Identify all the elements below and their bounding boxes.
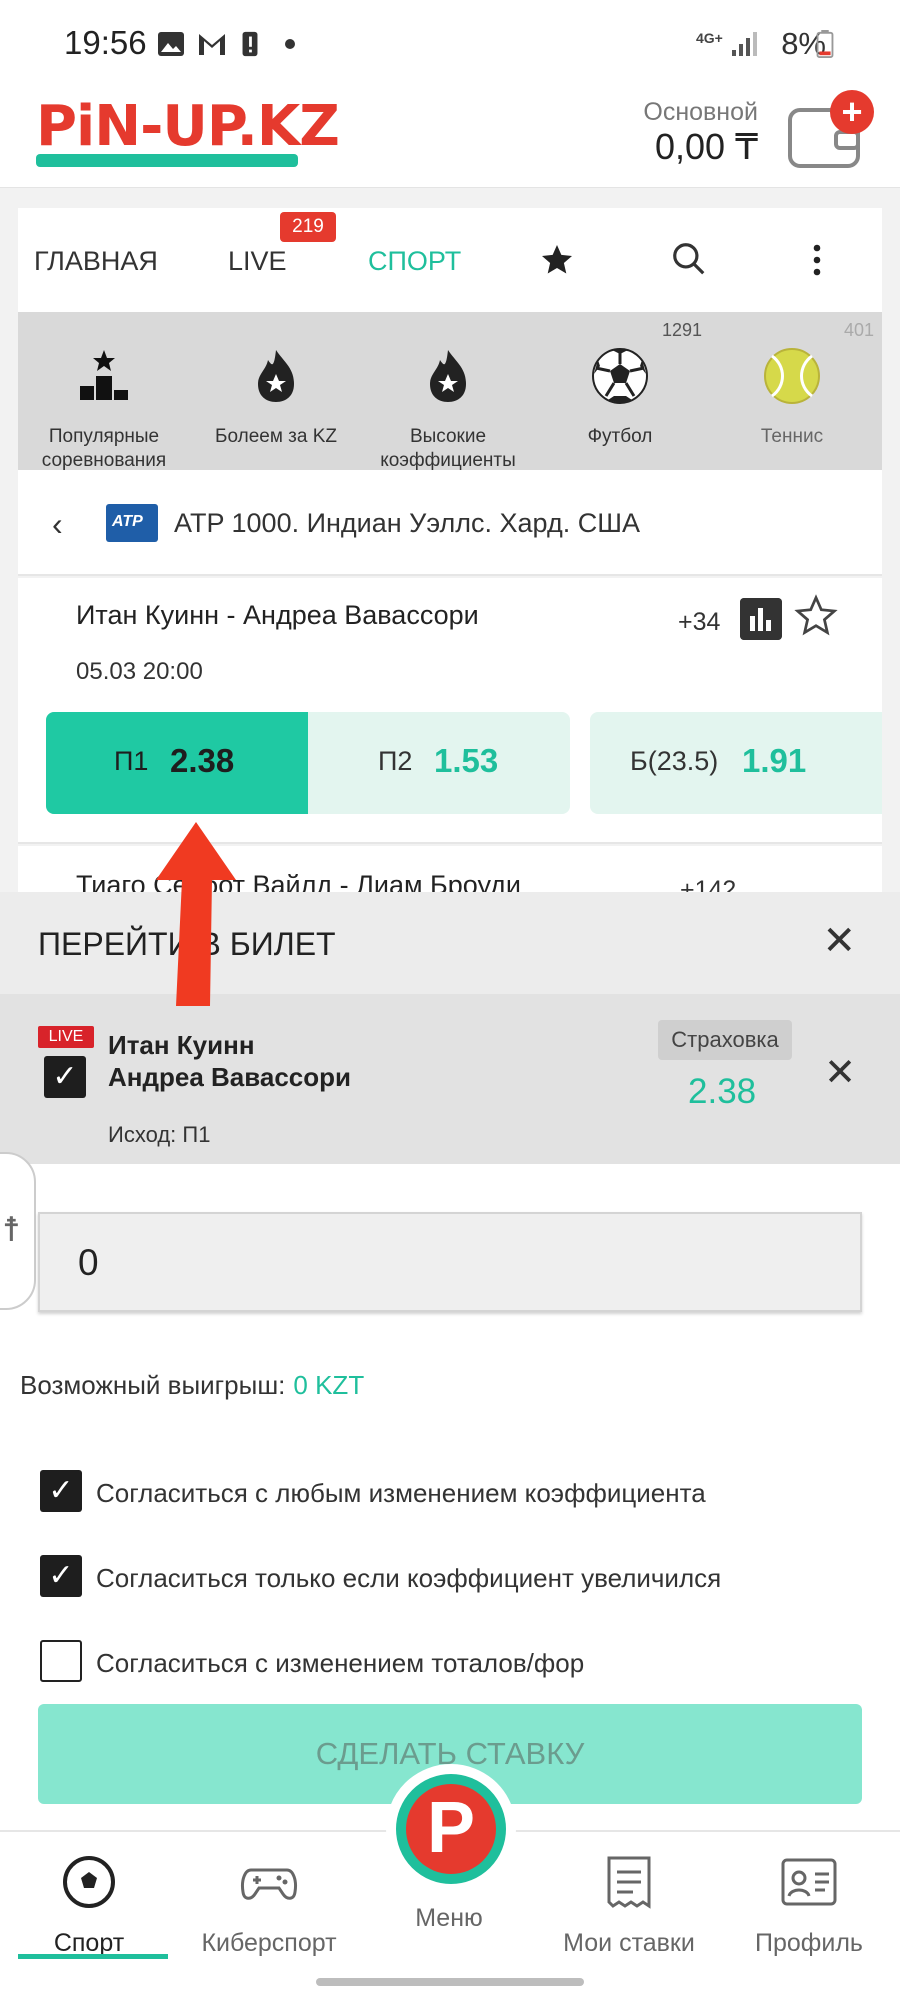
pinup-p-logo-icon: P	[406, 1784, 496, 1874]
menu-button[interactable]: P	[386, 1764, 516, 1894]
tab-profile[interactable]: Профиль	[724, 1852, 894, 1958]
tab-menu[interactable]: Меню	[364, 1892, 534, 1933]
tab-my-bets[interactable]: Мои ставки	[544, 1852, 714, 1958]
active-tab-indicator	[18, 1954, 168, 1959]
tab-label: Мои ставки	[563, 1929, 695, 1957]
annotation-arrow	[156, 822, 236, 1006]
id-card-icon	[781, 1858, 837, 1906]
home-indicator[interactable]	[316, 1978, 584, 1986]
app-screen: 19:56 4G+ 8% PiN-UP.KZ Основной 0,00 ₸ +…	[0, 0, 900, 1999]
tab-esports[interactable]: Киберспорт	[184, 1852, 354, 1958]
receipt-icon	[607, 1856, 651, 1909]
gamepad-icon	[241, 1868, 297, 1900]
tab-sport[interactable]: Спорт	[4, 1852, 174, 1958]
tab-label: Киберспорт	[201, 1929, 337, 1957]
soccer-ball-icon	[63, 1856, 115, 1908]
tab-label: Меню	[415, 1904, 483, 1932]
tab-label: Профиль	[755, 1929, 863, 1957]
